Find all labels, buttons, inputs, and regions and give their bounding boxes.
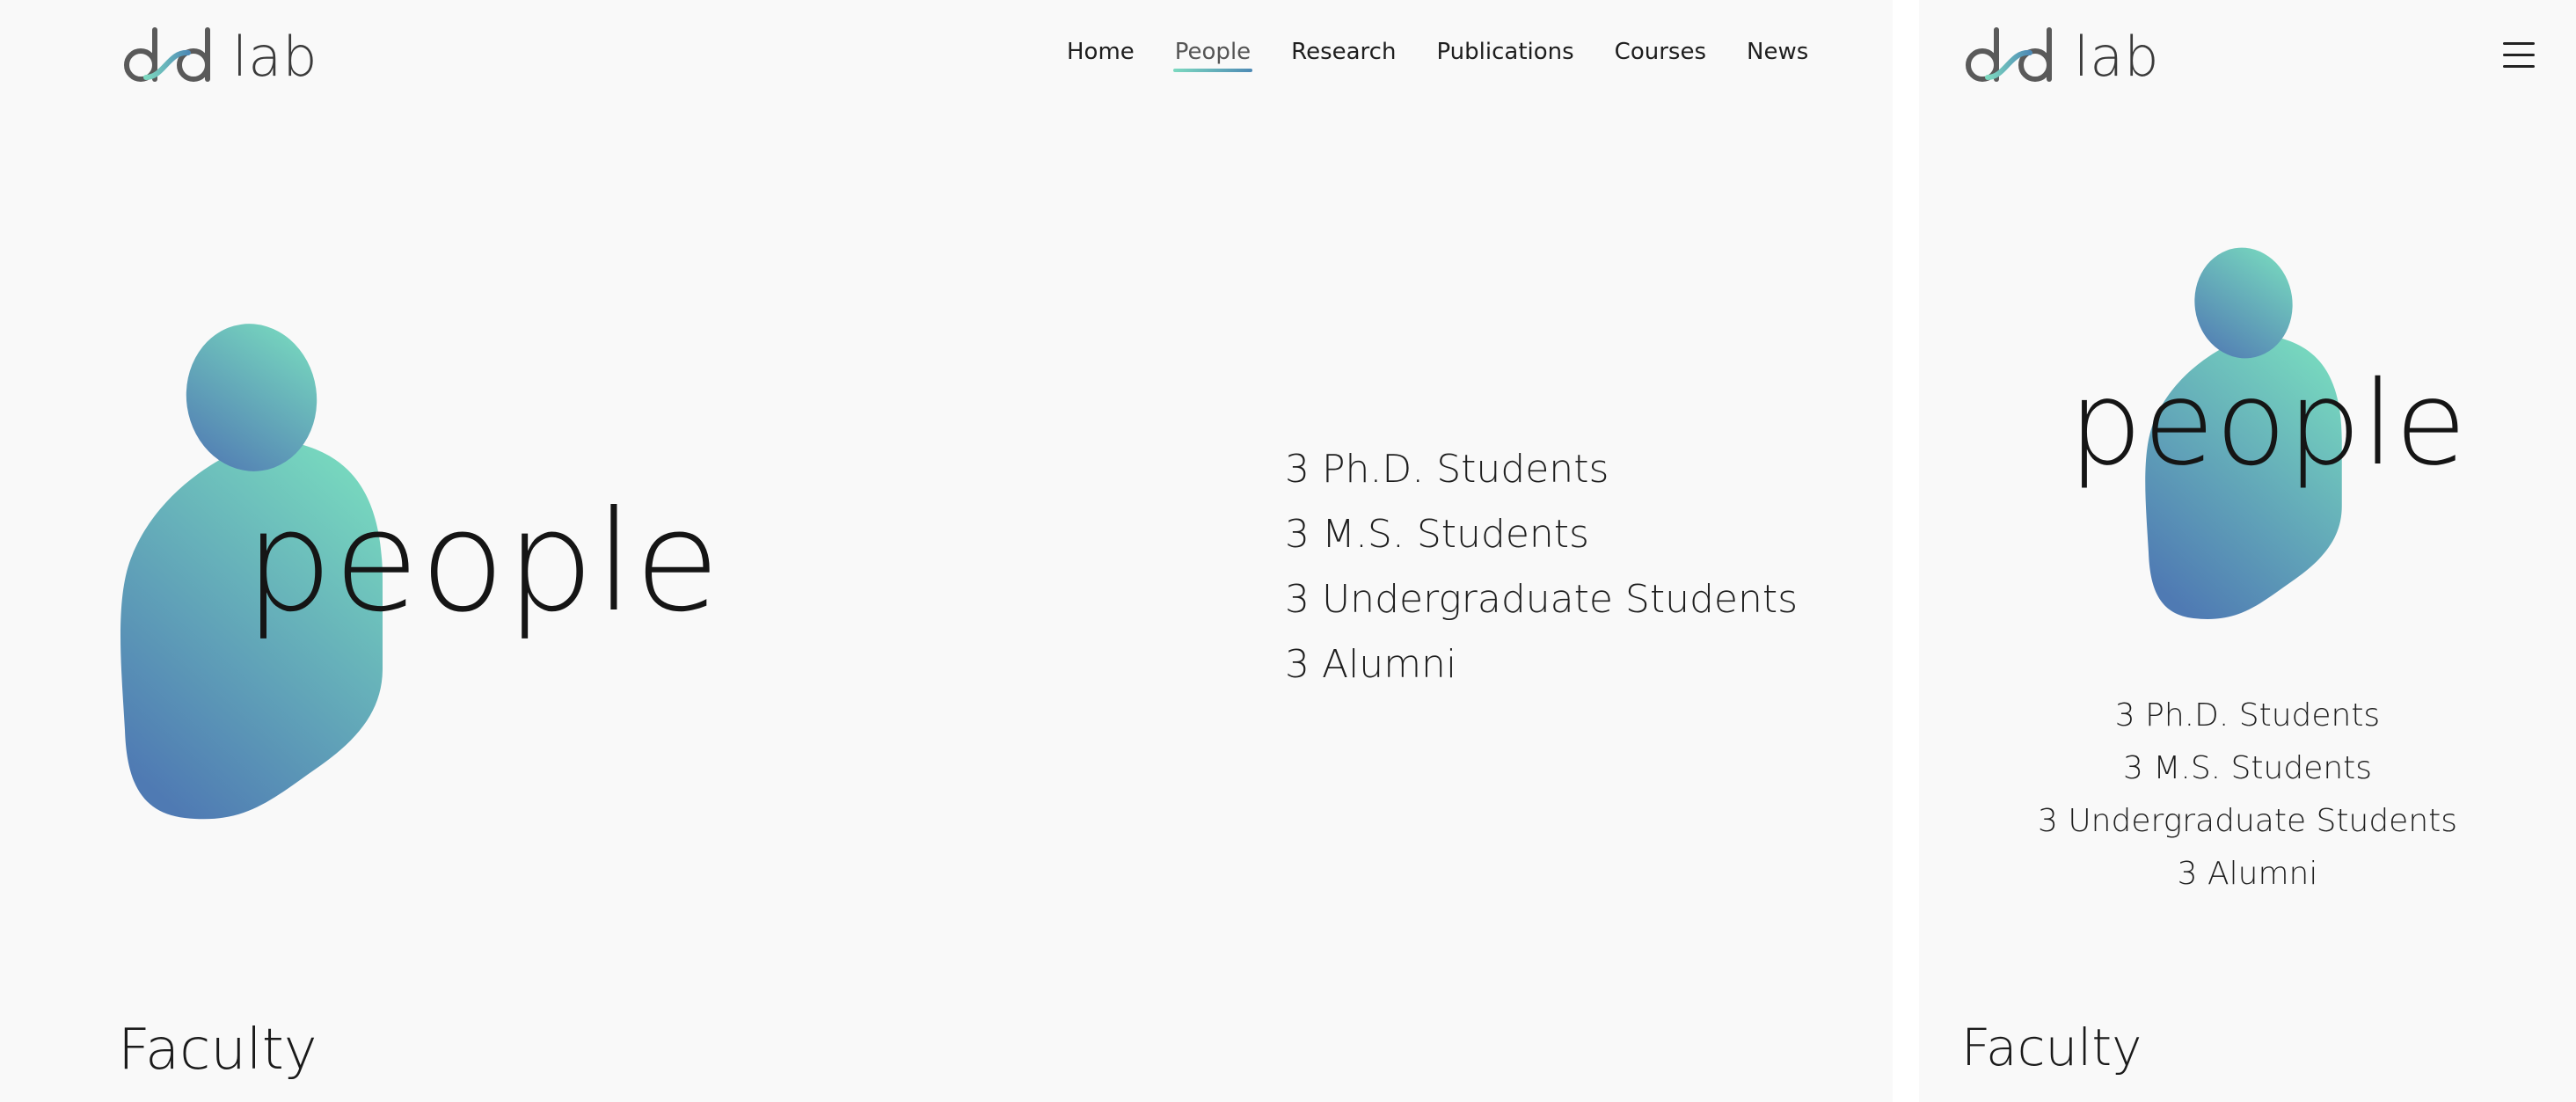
logo-wordmark: lab bbox=[2074, 25, 2160, 89]
stat-phd: 3 Ph.D. Students bbox=[1285, 447, 1609, 492]
hero-title: people bbox=[2069, 356, 2468, 492]
stat-phd: 3 Ph.D. Students bbox=[2114, 697, 2381, 733]
dxd-logo-icon bbox=[124, 27, 210, 82]
faculty-heading: Faculty bbox=[1961, 1018, 2142, 1077]
stat-alumni: 3 Alumni bbox=[2177, 856, 2318, 892]
mobile-site-logo[interactable]: lab bbox=[1961, 25, 2160, 89]
desktop-view: lab Home People Research Publications Co… bbox=[0, 0, 1893, 1102]
stat-undergrad: 3 Undergraduate Students bbox=[2037, 803, 2458, 839]
people-stats: 3 Ph.D. Students 3 M.S. Students 3 Under… bbox=[1919, 700, 2576, 890]
main-nav: Home People Research Publications Course… bbox=[1067, 39, 1808, 72]
nav-item-news[interactable]: News bbox=[1747, 39, 1808, 72]
faculty-heading: Faculty bbox=[118, 1018, 317, 1083]
people-stats: 3 Ph.D. Students 3 M.S. Students 3 Under… bbox=[1285, 450, 1798, 684]
hero-title: people bbox=[244, 481, 721, 643]
stat-undergrad: 3 Undergraduate Students bbox=[1285, 577, 1799, 622]
nav-item-home[interactable]: Home bbox=[1067, 39, 1135, 72]
stat-ms: 3 M.S. Students bbox=[1285, 512, 1589, 557]
logo-wordmark: lab bbox=[232, 25, 318, 89]
dxd-logo-icon bbox=[1966, 27, 2052, 82]
nav-item-courses[interactable]: Courses bbox=[1615, 39, 1706, 72]
mobile-view: lab people 3 Ph.D. Students 3 M.S. Stude… bbox=[1919, 0, 2576, 1102]
nav-item-research[interactable]: Research bbox=[1291, 39, 1396, 72]
nav-item-people[interactable]: People bbox=[1172, 39, 1253, 72]
site-logo[interactable]: lab bbox=[120, 25, 318, 89]
stat-ms: 3 M.S. Students bbox=[2122, 750, 2373, 786]
stat-alumni: 3 Alumni bbox=[1285, 642, 1457, 687]
nav-item-publications[interactable]: Publications bbox=[1436, 39, 1573, 72]
hamburger-menu-icon[interactable] bbox=[2503, 42, 2535, 69]
